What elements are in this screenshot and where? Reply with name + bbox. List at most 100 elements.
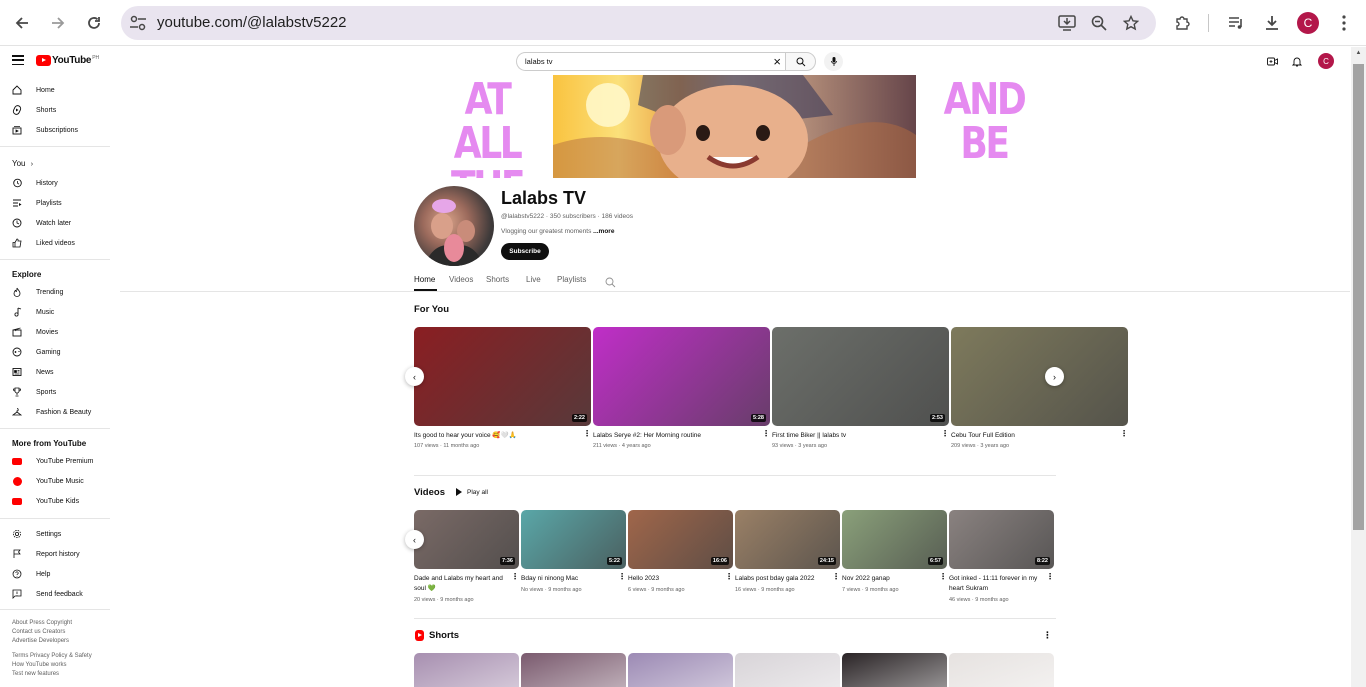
channel-description[interactable]: Vlogging our greatest moments ...more (501, 228, 614, 235)
sidebar-item-gaming[interactable]: Gaming (0, 343, 110, 361)
video-more-icon[interactable]: ⋮ (939, 572, 947, 581)
videos-prev-arrow-icon[interactable]: ‹ (405, 530, 424, 549)
video-card[interactable]: 7:36 Dade and Lalabs my heart and soul 💚 2… (414, 510, 519, 609)
video-title[interactable]: First time Biker || lalabs tv (772, 431, 935, 441)
video-title[interactable]: Got inked - 11:11 forever in my heart Su… (949, 574, 1040, 594)
sidebar-item-news[interactable]: News (0, 363, 110, 381)
sidebar-item-settings[interactable]: Settings (0, 525, 110, 543)
video-more-icon[interactable]: ⋮ (832, 572, 840, 581)
back-icon[interactable] (10, 11, 34, 35)
downloads-icon[interactable] (1260, 11, 1284, 35)
video-thumbnail[interactable]: 2:22 (414, 327, 591, 426)
sidebar-item-home[interactable]: Home (0, 81, 110, 99)
site-settings-icon[interactable] (129, 15, 147, 31)
sidebar-item-history[interactable]: History (0, 174, 110, 192)
sidebar-item-help[interactable]: Help (0, 565, 110, 583)
sidebar-item-playlists[interactable]: Playlists (0, 194, 110, 212)
video-thumbnail[interactable]: 5:22 (521, 510, 626, 569)
video-title[interactable]: Nov 2022 ganap (842, 574, 933, 584)
sidebar-item-youtube-kids[interactable]: YouTube Kids (0, 492, 110, 510)
sidebar-item-sports[interactable]: Sports (0, 383, 110, 401)
video-title[interactable]: Lalabs post bday gala 2022 (735, 574, 826, 584)
video-card[interactable]: 24:15 Lalabs post bday gala 2022 16 views … (735, 510, 840, 609)
video-thumbnail[interactable]: 8:22 (949, 510, 1054, 569)
reload-icon[interactable] (82, 11, 106, 35)
video-thumbnail[interactable]: 2:53 (772, 327, 949, 426)
footer-line[interactable]: About Press Copyright (12, 619, 112, 628)
sidebar-item-subscriptions[interactable]: Subscriptions (0, 121, 110, 139)
video-card[interactable]: 5:22 Bday ni ninong Mac No views · 9 month… (521, 510, 626, 609)
video-more-icon[interactable]: ⋮ (1120, 429, 1128, 438)
footer-line[interactable]: Advertise Developers (12, 637, 112, 646)
video-title[interactable]: Dade and Lalabs my heart and soul 💚 (414, 574, 505, 594)
menu-icon[interactable] (12, 55, 24, 65)
video-card[interactable]: 8:22 Got inked - 11:11 forever in my hear… (949, 510, 1054, 609)
voice-search-button[interactable] (824, 52, 843, 71)
shelf-prev-arrow-icon[interactable]: ‹ (405, 367, 424, 386)
sidebar-item-music[interactable]: Music (0, 303, 110, 321)
footer-line[interactable]: Test new features (12, 670, 112, 679)
video-more-icon[interactable]: ⋮ (583, 429, 591, 438)
video-title[interactable]: Lalabs Serye #2: Her Morning routine (593, 431, 756, 441)
short-thumbnail[interactable] (842, 653, 947, 687)
forward-icon[interactable] (46, 11, 70, 35)
sidebar-item-watch-later[interactable]: Watch later (0, 214, 110, 232)
address-bar[interactable]: youtube.com/@lalabstv5222 (121, 6, 1156, 40)
short-thumbnail[interactable] (949, 653, 1054, 687)
video-thumbnail[interactable] (951, 327, 1128, 426)
sidebar-item-liked-videos[interactable]: Liked videos (0, 234, 110, 252)
subscribe-button[interactable]: Subscribe (501, 243, 549, 260)
video-title[interactable]: Its good to hear your voice 🥰🤍🙏 (414, 431, 577, 441)
video-card[interactable]: 5:28 Lalabs Serye #2: Her Morning routine… (593, 327, 770, 466)
tab-videos[interactable]: Videos (449, 275, 473, 284)
video-card[interactable]: 2:22 Its good to hear your voice 🥰🤍🙏 107 v… (414, 327, 591, 466)
scrollbar-thumb[interactable] (1353, 64, 1364, 530)
sidebar-item-trending[interactable]: Trending (0, 283, 110, 301)
video-thumbnail[interactable]: 16:06 (628, 510, 733, 569)
install-app-icon[interactable] (1057, 14, 1077, 32)
channel-search-icon[interactable] (605, 275, 616, 288)
bookmark-star-icon[interactable] (1121, 14, 1141, 32)
video-card[interactable]: 6:57 Nov 2022 ganap 7 views · 9 months ago… (842, 510, 947, 609)
sidebar-you-link[interactable]: You › (12, 159, 33, 168)
footer-policy-links[interactable]: Terms Privacy Policy & Safety How YouTub… (12, 652, 112, 679)
video-more-icon[interactable]: ⋮ (941, 429, 949, 438)
shelf-next-arrow-icon[interactable]: › (1045, 367, 1064, 386)
short-thumbnail[interactable] (735, 653, 840, 687)
video-more-icon[interactable]: ⋮ (762, 429, 770, 438)
notifications-icon[interactable] (1291, 55, 1303, 67)
account-avatar[interactable]: C (1318, 53, 1334, 69)
video-title[interactable]: Hello 2023 (628, 574, 719, 584)
sidebar-item-fashion-beauty[interactable]: Fashion & Beauty (0, 403, 110, 421)
zoom-icon[interactable] (1089, 14, 1109, 32)
video-more-icon[interactable]: ⋮ (725, 572, 733, 581)
media-controls-icon[interactable] (1224, 11, 1248, 35)
extensions-icon[interactable] (1170, 11, 1194, 35)
tab-home[interactable]: Home (414, 275, 435, 284)
footer-line[interactable]: Contact us Creators (12, 628, 112, 637)
short-thumbnail[interactable] (628, 653, 733, 687)
video-title[interactable]: Bday ni ninong Mac (521, 574, 612, 584)
shorts-more-icon[interactable]: ⋮ (1043, 630, 1052, 641)
video-more-icon[interactable]: ⋮ (511, 572, 519, 581)
video-card[interactable]: 2:53 First time Biker || lalabs tv 93 view… (772, 327, 949, 466)
sidebar-item-youtube-premium[interactable]: YouTube Premium (0, 452, 110, 470)
video-card[interactable]: 16:06 Hello 2023 6 views · 9 months ago ⋮ (628, 510, 733, 609)
play-all-button[interactable]: Play all (456, 488, 488, 496)
more-link[interactable]: ...more (593, 228, 614, 235)
sidebar-item-report-history[interactable]: Report history (0, 545, 110, 563)
footer-links[interactable]: About Press Copyright Contact us Creator… (12, 619, 112, 646)
scroll-up-arrow-icon[interactable]: ▲ (1353, 50, 1364, 60)
video-title[interactable]: Cebu Tour Full Edition (951, 431, 1114, 441)
short-thumbnail[interactable] (521, 653, 626, 687)
video-thumbnail[interactable]: 24:15 (735, 510, 840, 569)
video-card[interactable]: Cebu Tour Full Edition 209 views · 3 year… (951, 327, 1128, 466)
create-video-icon[interactable] (1266, 55, 1278, 67)
search-input[interactable]: lalabs tv × (516, 52, 786, 71)
tab-live[interactable]: Live (526, 275, 541, 284)
browser-menu-icon[interactable] (1332, 11, 1356, 35)
search-query[interactable]: lalabs tv (525, 57, 553, 66)
sidebar-item-youtube-music[interactable]: YouTube Music (0, 472, 110, 490)
sidebar-item-movies[interactable]: Movies (0, 323, 110, 341)
video-thumbnail[interactable]: 5:28 (593, 327, 770, 426)
